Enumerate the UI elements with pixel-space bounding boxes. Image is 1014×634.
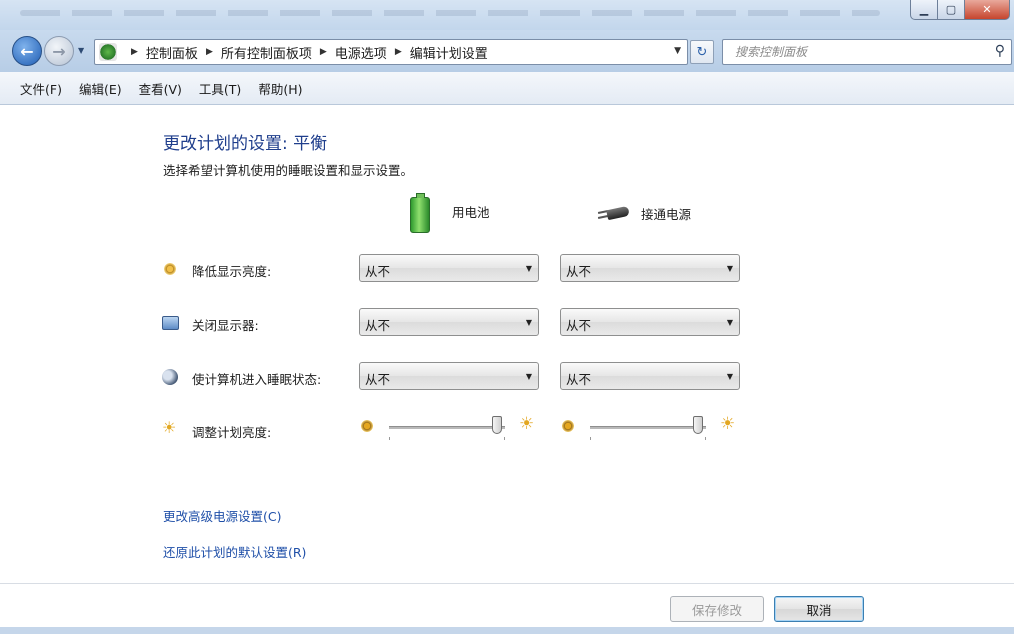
footer-bar: 保存修改 取消 [0,583,1014,628]
sleep-plugged-select[interactable]: 从不 ▼ [560,362,740,390]
brightness-icon: ☀ [162,418,177,437]
plugged-column-header: 接通电源 [597,203,691,223]
advanced-power-settings-link[interactable]: 更改高级电源设置(C) [163,506,281,525]
slider-ticks [590,437,706,440]
menu-help[interactable]: 帮助(H) [258,79,302,98]
select-value: 从不 [566,318,592,333]
close-button[interactable]: ✕ [965,0,1010,20]
slider-track[interactable] [389,426,505,429]
search-input[interactable] [733,42,977,62]
control-panel-icon [99,43,117,61]
setting-label: 使计算机进入睡眠状态: [192,372,322,387]
slider-track[interactable] [590,426,706,429]
setting-label: 降低显示亮度: [192,264,272,279]
search-icon[interactable]: ⚲ [995,43,1005,59]
search-box: ⚲ [722,39,1012,65]
chevron-down-icon: ▼ [78,46,85,55]
dim-display-icon [164,263,176,275]
setting-label: 关闭显示器: [192,318,259,333]
forward-arrow-icon: → [52,41,66,61]
menu-tools[interactable]: 工具(T) [199,79,241,98]
breadcrumb-separator-icon[interactable]: ▶ [320,47,327,57]
setting-row-dim-display: 降低显示亮度: 从不 ▼ 从不 ▼ [162,254,762,284]
bright-brightness-icon: ☀ [519,414,535,434]
dim-display-battery-select[interactable]: 从不 ▼ [359,254,539,282]
forward-button[interactable]: → [44,36,74,66]
save-changes-button[interactable]: 保存修改 [670,596,764,622]
breadcrumb-separator-icon[interactable]: ▶ [206,47,213,57]
dim-display-plugged-select[interactable]: 从不 ▼ [560,254,740,282]
setting-row-brightness: ☀ 调整计划亮度: ☀ ☀ [162,415,762,445]
setting-row-sleep: 使计算机进入睡眠状态: 从不 ▼ 从不 ▼ [162,362,762,392]
chevron-down-icon: ▼ [726,264,733,273]
plugged-column-label: 接通电源 [641,206,692,222]
select-value: 从不 [365,372,391,387]
window-bottom-border [0,627,1014,634]
setting-row-turn-off-display: 关闭显示器: 从不 ▼ 从不 ▼ [162,308,762,338]
close-icon: ✕ [982,3,992,16]
select-value: 从不 [566,372,592,387]
breadcrumb-separator-icon[interactable]: ▶ [395,47,402,57]
breadcrumb-separator-icon[interactable]: ▶ [131,47,138,57]
select-value: 从不 [365,264,391,279]
sleep-battery-select[interactable]: 从不 ▼ [359,362,539,390]
minimize-icon: ▁ [919,3,929,16]
setting-label: 调整计划亮度: [192,425,272,440]
cancel-button[interactable]: 取消 [774,596,864,622]
content-area: 更改计划的设置: 平衡 选择希望计算机使用的睡眠设置和显示设置。 用电池 接通电… [0,105,1014,583]
chevron-down-icon: ▼ [525,318,532,327]
menu-file[interactable]: 文件(F) [20,79,62,98]
menu-bar: 文件(F) 编辑(E) 查看(V) 工具(T) 帮助(H) [0,72,1014,105]
breadcrumb: ▶ 控制面板 ▶ 所有控制面板项 ▶ 电源选项 ▶ 编辑计划设置 [123,43,488,62]
page-title: 更改计划的设置: 平衡 [163,134,328,154]
brightness-battery-slider[interactable]: ☀ [361,415,543,445]
breadcrumb-item[interactable]: 编辑计划设置 [410,43,488,62]
breadcrumb-item[interactable]: 所有控制面板项 [221,43,312,62]
breadcrumb-item[interactable]: 电源选项 [335,43,387,62]
window-controls: ▁ ▢ ✕ [910,0,1010,20]
bright-brightness-icon: ☀ [720,414,736,434]
address-dropdown-icon[interactable]: ▼ [674,46,681,56]
back-button[interactable]: ← [12,36,42,66]
slider-thumb[interactable] [692,416,703,434]
maximize-icon: ▢ [945,3,957,16]
menu-view[interactable]: 查看(V) [139,79,182,98]
back-arrow-icon: ← [20,41,34,61]
chevron-down-icon: ▼ [525,264,532,273]
battery-column-label: 用电池 [452,204,490,220]
address-bar[interactable]: ▶ 控制面板 ▶ 所有控制面板项 ▶ 电源选项 ▶ 编辑计划设置 ▼ [94,39,688,65]
sleep-icon [162,369,178,385]
refresh-icon: ↻ [696,44,708,60]
chevron-down-icon: ▼ [726,318,733,327]
maximize-button[interactable]: ▢ [938,0,965,20]
refresh-button[interactable]: ↻ [690,40,714,64]
battery-icon [410,193,430,233]
brightness-plugged-slider[interactable]: ☀ [562,415,744,445]
battery-column-header: 用电池 [410,193,490,233]
chevron-down-icon: ▼ [525,372,532,381]
turn-off-display-battery-select[interactable]: 从不 ▼ [359,308,539,336]
chevron-down-icon: ▼ [726,372,733,381]
page-subtitle: 选择希望计算机使用的睡眠设置和显示设置。 [163,163,414,178]
menu-edit[interactable]: 编辑(E) [79,79,122,98]
breadcrumb-item[interactable]: 控制面板 [146,43,198,62]
slider-thumb[interactable] [491,416,502,434]
power-plug-icon [597,203,631,223]
restore-defaults-link[interactable]: 还原此计划的默认设置(R) [163,542,306,561]
monitor-icon [162,316,179,330]
dim-brightness-icon [361,420,373,432]
slider-ticks [389,437,505,440]
title-bar-background [20,10,880,16]
select-value: 从不 [365,318,391,333]
window-title-bar: ▁ ▢ ✕ [0,0,1014,30]
navigation-bar: ← → ▼ ▶ 控制面板 ▶ 所有控制面板项 ▶ 电源选项 ▶ 编辑计划设置 ▼… [0,30,1014,72]
dim-brightness-icon [562,420,574,432]
recent-pages-dropdown[interactable]: ▼ [78,46,84,55]
select-value: 从不 [566,264,592,279]
turn-off-display-plugged-select[interactable]: 从不 ▼ [560,308,740,336]
minimize-button[interactable]: ▁ [910,0,938,20]
